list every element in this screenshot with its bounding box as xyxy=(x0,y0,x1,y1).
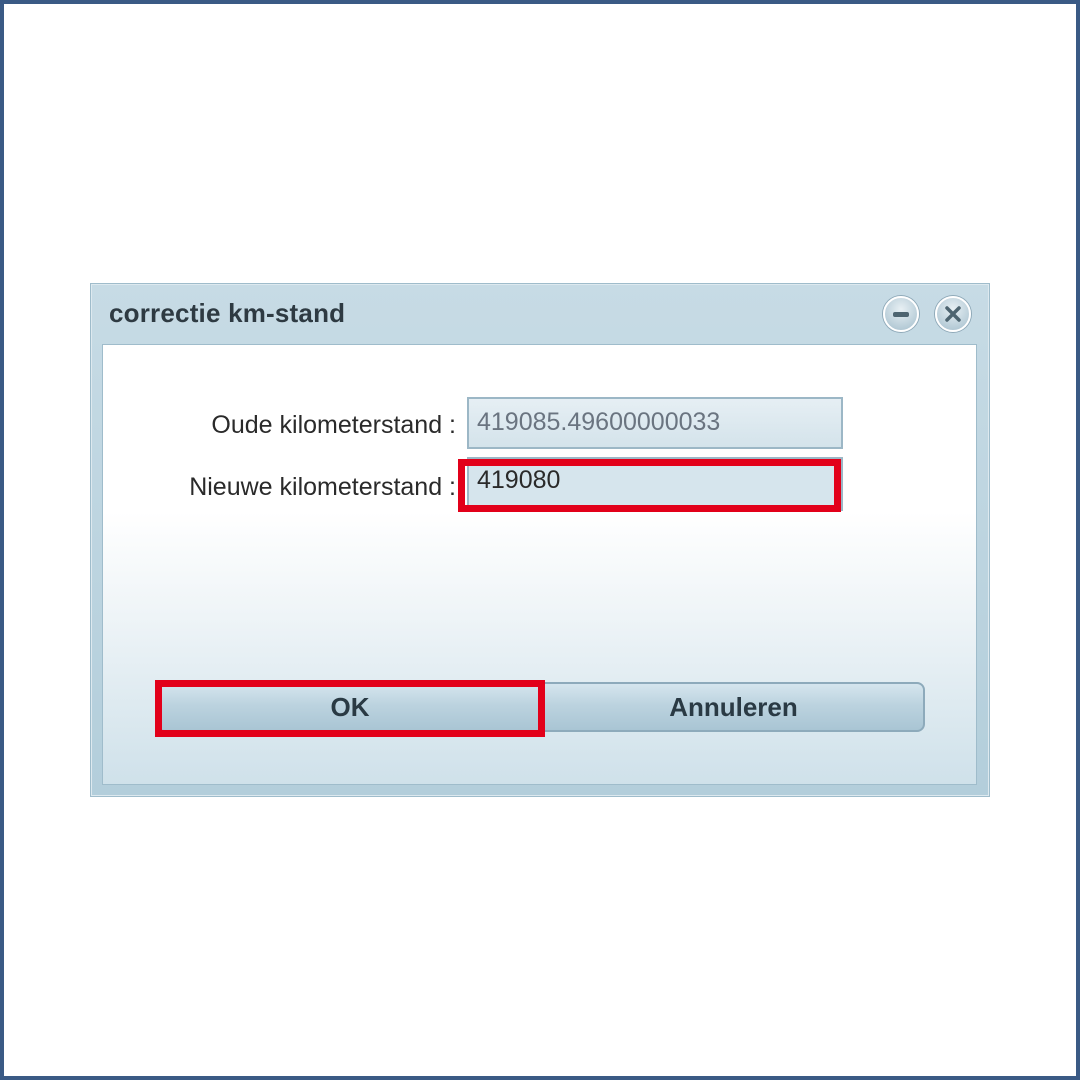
old-odometer-label: Oude kilometerstand : xyxy=(211,411,456,439)
close-button[interactable] xyxy=(935,296,971,332)
new-odometer-input[interactable]: 419080 xyxy=(467,457,843,511)
dialog-titlebar[interactable]: correctie km-stand xyxy=(91,284,989,344)
old-odometer-field: 419085.49600000033 xyxy=(467,397,843,449)
new-odometer-label: Nieuwe kilometerstand : xyxy=(189,473,456,501)
minimize-button[interactable] xyxy=(883,296,919,332)
close-icon xyxy=(945,306,961,322)
cancel-button[interactable]: Annuleren xyxy=(542,682,925,732)
minimize-icon xyxy=(893,312,909,317)
ok-button[interactable]: OK xyxy=(158,682,542,732)
dialog-title: correctie km-stand xyxy=(109,298,346,328)
